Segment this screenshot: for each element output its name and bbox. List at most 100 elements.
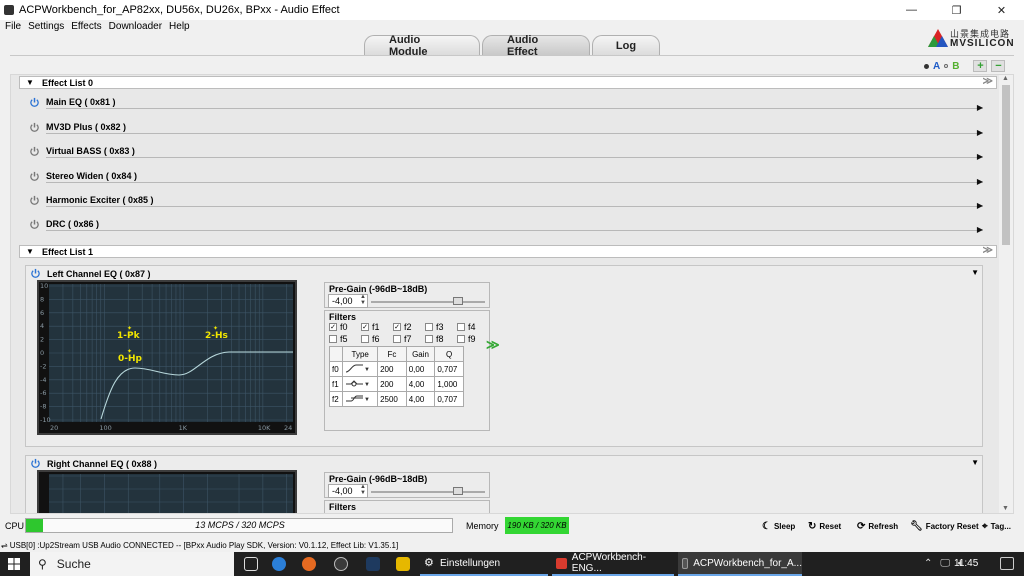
- checkbox-box[interactable]: [425, 335, 433, 343]
- checkbox-box[interactable]: [425, 323, 433, 331]
- menu-effects[interactable]: Effects: [71, 21, 101, 32]
- add-button[interactable]: +: [973, 60, 988, 72]
- q-cell[interactable]: 0,707: [434, 361, 464, 377]
- marker-label[interactable]: 1-Pk: [117, 331, 141, 341]
- preset-b-button[interactable]: B: [952, 61, 959, 72]
- filter-checkbox-f5[interactable]: f5: [329, 334, 348, 344]
- effect-list-1-header[interactable]: ▼ Effect List 1 ≫: [19, 245, 997, 258]
- checkbox-box[interactable]: [361, 335, 369, 343]
- collapse-arrow-icon[interactable]: ▼: [971, 268, 979, 277]
- taskbar-clock[interactable]: 11:45: [954, 558, 978, 569]
- vertical-scrollbar[interactable]: ▲ ▼: [999, 75, 1013, 513]
- scroll-up-icon[interactable]: ▲: [1002, 75, 1009, 82]
- checkbox-box[interactable]: ✓: [329, 323, 337, 331]
- fc-cell[interactable]: 200: [377, 376, 407, 392]
- collapse-arrow-icon[interactable]: ▼: [971, 458, 979, 467]
- fc-cell[interactable]: 200: [377, 361, 407, 377]
- taskbar-search[interactable]: ⚲ Suche: [30, 552, 234, 576]
- pregain-slider-thumb[interactable]: [453, 297, 463, 305]
- gain-cell[interactable]: 4,00: [405, 391, 436, 407]
- firefox-icon[interactable]: [302, 557, 316, 571]
- expand-arrow-icon[interactable]: ▶: [977, 201, 983, 210]
- checkbox-box[interactable]: [393, 335, 401, 343]
- expand-arrow-icon[interactable]: ▶: [977, 128, 983, 137]
- app-icon[interactable]: [334, 557, 348, 571]
- remove-button[interactable]: −: [991, 60, 1006, 72]
- filter-checkbox-f4[interactable]: f4: [457, 322, 476, 332]
- effect-row-harmonic-exciter[interactable]: Harmonic Exciter ( 0x85 ) ▶: [25, 192, 983, 214]
- minimize-button[interactable]: —: [889, 0, 934, 20]
- filter-checkbox-f6[interactable]: f6: [361, 334, 380, 344]
- sleep-button[interactable]: ☾ Sleep: [762, 517, 795, 535]
- gain-cell[interactable]: 4,00: [405, 376, 436, 392]
- tab-audio-effect[interactable]: Audio Effect: [482, 34, 590, 58]
- checkbox-box[interactable]: [457, 323, 465, 331]
- menu-settings[interactable]: Settings: [28, 21, 64, 32]
- checkbox-box[interactable]: [457, 335, 465, 343]
- power-icon[interactable]: [29, 97, 40, 108]
- q-cell[interactable]: 1,000: [434, 376, 464, 392]
- copy-settings-icon[interactable]: ≫: [486, 337, 500, 353]
- filter-type-select[interactable]: ▼: [342, 391, 379, 407]
- power-icon[interactable]: [29, 146, 40, 157]
- checkbox-box[interactable]: ✓: [393, 323, 401, 331]
- power-icon[interactable]: [30, 268, 41, 279]
- taskbar-app-settings[interactable]: ⚙ Einstellungen: [420, 552, 548, 576]
- power-icon[interactable]: [30, 458, 41, 469]
- menu-help[interactable]: Help: [169, 21, 190, 32]
- edge-icon[interactable]: [272, 557, 286, 571]
- close-button[interactable]: ✕: [979, 0, 1024, 20]
- filter-type-select[interactable]: ▼: [342, 361, 379, 377]
- fc-cell[interactable]: 2500: [377, 391, 407, 407]
- reset-button[interactable]: ↻ Reset: [808, 517, 841, 535]
- filter-checkbox-f2[interactable]: ✓ f2: [393, 322, 412, 332]
- expand-all-icon[interactable]: ≫: [983, 76, 993, 87]
- effect-row-virtual-bass[interactable]: Virtual BASS ( 0x83 ) ▶: [25, 143, 983, 165]
- effect-row-drc[interactable]: DRC ( 0x86 ) ▶: [25, 216, 983, 238]
- pregain-slider-thumb[interactable]: [453, 487, 463, 495]
- tag-button[interactable]: ⌖ Tag...: [982, 517, 1011, 535]
- pregain-slider[interactable]: [371, 301, 485, 303]
- expand-arrow-icon[interactable]: ▶: [977, 225, 983, 234]
- checkbox-box[interactable]: ✓: [361, 323, 369, 331]
- filter-checkbox-f3[interactable]: f3: [425, 322, 444, 332]
- filter-checkbox-f0[interactable]: ✓ f0: [329, 322, 348, 332]
- maximize-button[interactable]: ❐: [934, 0, 979, 20]
- app-icon[interactable]: [366, 557, 380, 571]
- filter-type-select[interactable]: ▼: [342, 376, 379, 392]
- power-icon[interactable]: [29, 195, 40, 206]
- radio-dot-icon[interactable]: [924, 63, 929, 69]
- network-icon[interactable]: 🖵︎: [940, 558, 950, 569]
- expand-arrow-icon[interactable]: ▶: [977, 103, 983, 112]
- file-explorer-icon[interactable]: [396, 557, 410, 571]
- taskbar-app-acpworkbench[interactable]: ACPWorkbench_for_A...: [678, 552, 802, 576]
- tab-log[interactable]: Log: [592, 35, 660, 55]
- marker-point-icon[interactable]: ✦: [127, 325, 132, 332]
- filter-checkbox-f1[interactable]: ✓ f1: [361, 322, 380, 332]
- marker-point-icon[interactable]: ✦: [127, 348, 132, 355]
- preset-a-button[interactable]: A: [933, 61, 940, 72]
- pregain-slider[interactable]: [371, 491, 485, 493]
- pregain-spinbox[interactable]: -4,00 ▲ ▼: [328, 484, 368, 498]
- scrollbar-thumb[interactable]: [1002, 85, 1010, 245]
- effect-row-stereo-widen[interactable]: Stereo Widen ( 0x84 ) ▶: [25, 168, 983, 190]
- notification-icon[interactable]: [1000, 557, 1014, 570]
- filter-checkbox-f7[interactable]: f7: [393, 334, 412, 344]
- expand-arrow-icon[interactable]: ▶: [977, 152, 983, 161]
- scroll-down-icon[interactable]: ▼: [1002, 505, 1009, 512]
- factory-reset-button[interactable]: 🔧︎ Factory Reset: [910, 517, 979, 535]
- marker-point-icon[interactable]: ✦: [213, 325, 218, 332]
- refresh-button[interactable]: ⟳ Refresh: [857, 517, 898, 535]
- radio-empty-icon[interactable]: [944, 64, 949, 68]
- expand-all-icon[interactable]: ≫: [983, 245, 993, 256]
- spin-arrows-icon[interactable]: ▲ ▼: [360, 294, 366, 306]
- effects-scroll-area[interactable]: ▼ Effect List 0 ≫ Main EQ ( 0x81 ) ▶ MV3…: [10, 74, 1014, 514]
- effect-row-mv3d-plus[interactable]: MV3D Plus ( 0x82 ) ▶: [25, 119, 983, 141]
- taskbar-app-pdf[interactable]: ACPWorkbench-ENG...: [552, 552, 674, 576]
- menu-file[interactable]: File: [5, 21, 21, 32]
- eq-response-graph[interactable]: 10 8 6 4 2 0 -2 -4 -6 -8 -10 20 100 1K 10K 24 1-Pk 2-H…: [37, 280, 297, 435]
- checkbox-box[interactable]: [329, 335, 337, 343]
- power-icon[interactable]: [29, 122, 40, 133]
- power-icon[interactable]: [29, 171, 40, 182]
- pregain-spinbox[interactable]: -4,00 ▲ ▼: [328, 294, 368, 308]
